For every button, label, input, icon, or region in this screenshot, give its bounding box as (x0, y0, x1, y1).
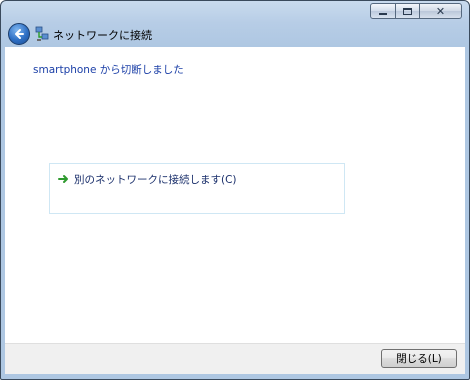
minimize-button[interactable] (370, 3, 396, 19)
status-message: smartphone から切断しました (33, 64, 184, 76)
back-button[interactable] (8, 23, 30, 45)
dialog-window: ✕ ネットワークに接続 smartphone から切断しました 別のネットワーク… (0, 0, 470, 380)
network-connect-icon (35, 26, 49, 41)
maximize-button[interactable] (396, 3, 420, 19)
close-icon: ✕ (435, 4, 446, 18)
caption-buttons: ✕ (370, 3, 462, 19)
dialog-footer: 閉じる(L) (5, 343, 465, 374)
option-label[interactable]: 別のネットワークに接続します(C) (74, 172, 237, 187)
title-bar: ✕ (1, 1, 469, 23)
maximize-icon (403, 7, 412, 15)
back-arrow-icon (15, 29, 24, 39)
window-title: ネットワークに接続 (53, 29, 152, 42)
close-window-button[interactable]: ✕ (420, 3, 462, 19)
content-area: smartphone から切断しました 別のネットワークに接続します(C) (5, 47, 465, 343)
navigation-bar: ネットワークに接続 (1, 23, 469, 45)
minimize-icon (379, 12, 387, 15)
connect-other-network-option[interactable]: 別のネットワークに接続します(C) (49, 163, 345, 214)
close-button[interactable]: 閉じる(L) (381, 349, 457, 368)
green-arrow-icon (58, 175, 68, 183)
